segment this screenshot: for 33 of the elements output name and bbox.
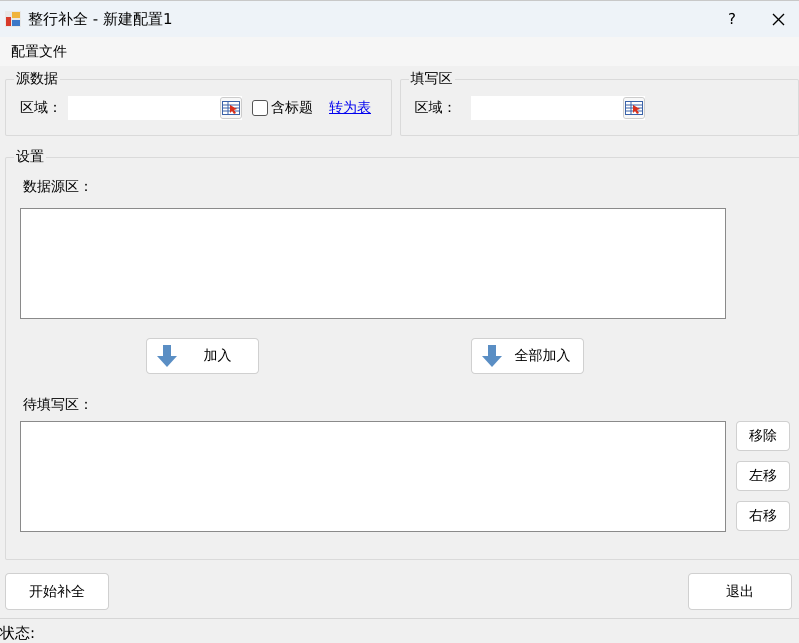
range-picker-icon	[624, 101, 643, 115]
pending-list[interactable]	[20, 421, 726, 532]
menu-item[interactable]: 配置文件	[0, 42, 78, 60]
group-title: 源数据	[15, 70, 59, 88]
section-label: 数据源区：	[22, 178, 94, 196]
close-icon[interactable]	[772, 12, 785, 26]
down-arrow-icon	[482, 345, 502, 367]
window-title: 整行补全 - 新建配置1	[28, 10, 174, 28]
checkbox[interactable]	[252, 100, 268, 116]
action-button[interactable]: 开始补全	[5, 573, 109, 610]
source-list[interactable]	[20, 208, 726, 319]
list-action-button[interactable]: 移除	[736, 421, 790, 451]
app-icon	[4, 10, 22, 28]
list-action-button[interactable]: 左移	[736, 461, 790, 491]
add-button[interactable]: 加入	[146, 338, 259, 374]
range-select-button[interactable]	[622, 97, 645, 119]
range-picker-icon	[222, 101, 240, 115]
range-field[interactable]	[470, 96, 645, 120]
down-arrow-icon	[157, 345, 177, 367]
add-button[interactable]: 全部加入	[471, 338, 584, 374]
help-button[interactable]: ?	[710, 10, 754, 28]
list-action-button[interactable]: 右移	[736, 501, 790, 531]
checkbox-label: 含标题	[271, 99, 313, 117]
action-button[interactable]: 退出	[688, 573, 792, 610]
status-label: 状态:	[0, 618, 799, 643]
range-field[interactable]	[68, 96, 242, 120]
convert-link[interactable]: 转为表	[329, 99, 371, 117]
group-title: 设置	[15, 148, 45, 166]
group-title: 填写区	[410, 70, 454, 88]
range-select-button[interactable]	[220, 97, 242, 119]
field-label: 区域：	[19, 99, 62, 117]
field-label: 区域：	[414, 99, 457, 117]
section-label: 待填写区：	[22, 396, 94, 414]
